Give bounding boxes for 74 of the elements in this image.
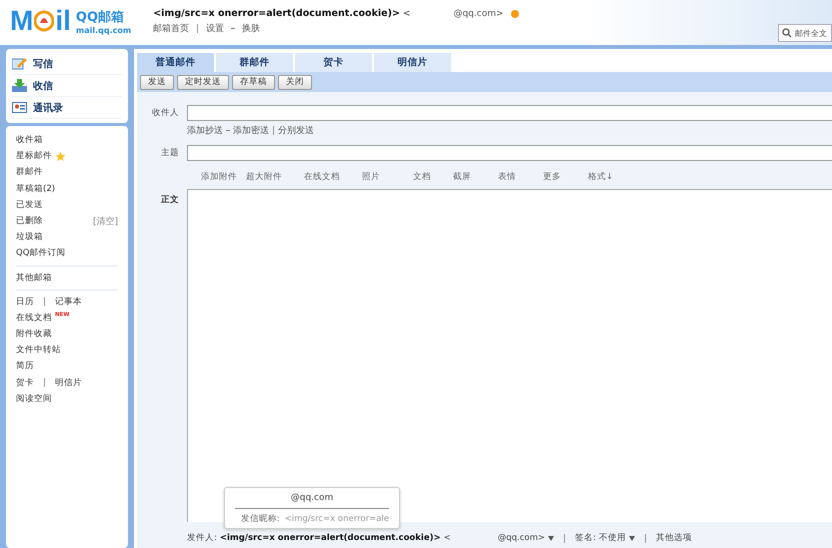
attachment-tool[interactable]: 截屏 xyxy=(453,171,498,183)
user-address: @qq.com> xyxy=(453,8,504,18)
brand-domain: mail.qq.com xyxy=(76,26,132,34)
header-link[interactable]: 邮箱首页 xyxy=(153,22,190,35)
sidebar-action[interactable]: 写信 xyxy=(12,53,122,75)
recipient-field[interactable] xyxy=(187,105,832,121)
attachment-tool[interactable]: 添加附件 xyxy=(201,171,246,183)
folder-item[interactable]: 群邮件 xyxy=(16,164,43,180)
folder-item[interactable]: 收件箱 xyxy=(16,132,43,148)
user-address-start: < xyxy=(402,8,410,18)
folder-item[interactable]: 已删除 xyxy=(16,213,43,230)
signature-label: 签名: xyxy=(575,532,596,544)
tool-link[interactable]: 贺卡 xyxy=(16,374,34,391)
folder-item[interactable]: 已发送 xyxy=(16,196,43,213)
sender-address[interactable]: @qq.com> xyxy=(498,533,545,543)
tool-link[interactable]: 阅读空间 xyxy=(16,390,52,407)
recipient-option-link[interactable]: 分别发送 xyxy=(278,124,314,137)
sender-name: <img/src=x onerror=alert(document.cookie)> xyxy=(220,533,441,543)
folder-item[interactable]: 垃圾箱 xyxy=(16,229,43,246)
recipient-option-link[interactable]: 添加密送 xyxy=(233,124,269,137)
brand-name: QQ邮箱 xyxy=(76,8,125,26)
tool-link[interactable]: 文件中转站 xyxy=(16,342,61,358)
dropdown-icon[interactable] xyxy=(628,536,635,540)
recipient-option-link[interactable]: 添加抄送 xyxy=(187,124,223,137)
attachment-tool[interactable]: 更多 xyxy=(543,171,588,183)
field-label: 正文 xyxy=(160,194,179,206)
attachment-tool[interactable]: 在线文档 xyxy=(304,171,362,183)
folder-item[interactable]: QQ邮件订阅 xyxy=(16,245,66,262)
attachment-tool[interactable]: 表情 xyxy=(498,171,543,183)
tool-link[interactable]: 在线文档 xyxy=(16,310,52,326)
tool-link[interactable]: 日历 xyxy=(16,294,34,310)
search-field[interactable]: 邮件全文 xyxy=(778,24,832,42)
user-name: <img/src=x onerror=alert(document.cookie)> xyxy=(153,8,400,19)
attachment-tool[interactable]: 照片 xyxy=(362,171,413,183)
pencil-icon xyxy=(12,57,27,70)
search-icon xyxy=(782,28,792,38)
logo-word: M xyxy=(10,6,34,36)
attachment-tool[interactable]: 超大附件 xyxy=(246,171,304,183)
dropdown-icon[interactable] xyxy=(548,536,554,540)
sender-label: 发件人: xyxy=(187,532,217,544)
toolbar-button[interactable]: 发送 xyxy=(140,74,174,90)
compose-tab[interactable]: 群邮件 xyxy=(216,53,293,72)
other-options-link[interactable]: 其他选项 xyxy=(656,532,692,544)
toolbar-button[interactable]: 存草稿 xyxy=(232,74,275,90)
field-label: 主题 xyxy=(160,147,179,159)
popup-address: @qq.com xyxy=(235,488,389,509)
tool-link[interactable]: 记事本 xyxy=(55,294,82,310)
header-link[interactable]: 设置 xyxy=(206,22,224,35)
sidebar-action[interactable]: 收信 xyxy=(12,75,122,97)
field-label: 收件人 xyxy=(151,107,179,119)
compose-tab[interactable]: 明信片 xyxy=(374,53,451,72)
logo-word: il xyxy=(55,6,71,36)
toolbar-button[interactable]: 定时发送 xyxy=(177,74,229,90)
contact-card-icon xyxy=(12,101,27,114)
subject-field[interactable] xyxy=(187,145,832,161)
sender-address-start: < xyxy=(444,533,451,543)
attachment-tool[interactable]: 格式↓ xyxy=(588,171,633,183)
folder-item[interactable]: 草稿箱(2) xyxy=(16,180,56,197)
header-link[interactable]: 换肤 xyxy=(242,22,260,35)
folder-item[interactable]: 其他邮箱 xyxy=(16,270,52,286)
compose-tab[interactable]: 贺卡 xyxy=(295,53,372,72)
signature-value[interactable]: 不使用 xyxy=(598,532,626,544)
tool-link[interactable]: 附件收藏 xyxy=(16,326,52,342)
compose-tab[interactable]: 普通邮件 xyxy=(137,53,214,72)
warning-icon[interactable] xyxy=(510,10,519,18)
sidebar-action[interactable]: 通讯录 xyxy=(12,97,122,119)
folder-item[interactable]: 星标邮件 xyxy=(16,148,52,164)
tool-link[interactable]: 简历 xyxy=(16,358,34,374)
empty-trash-link[interactable]: [清空] xyxy=(92,214,118,228)
nickname-label: 发信昵称: xyxy=(240,513,280,526)
inbox-download-icon xyxy=(12,79,27,92)
toolbar-button[interactable]: 关闭 xyxy=(278,74,312,90)
tool-link[interactable]: 明信片 xyxy=(55,374,82,391)
attachment-tool[interactable]: 文档 xyxy=(413,171,453,183)
